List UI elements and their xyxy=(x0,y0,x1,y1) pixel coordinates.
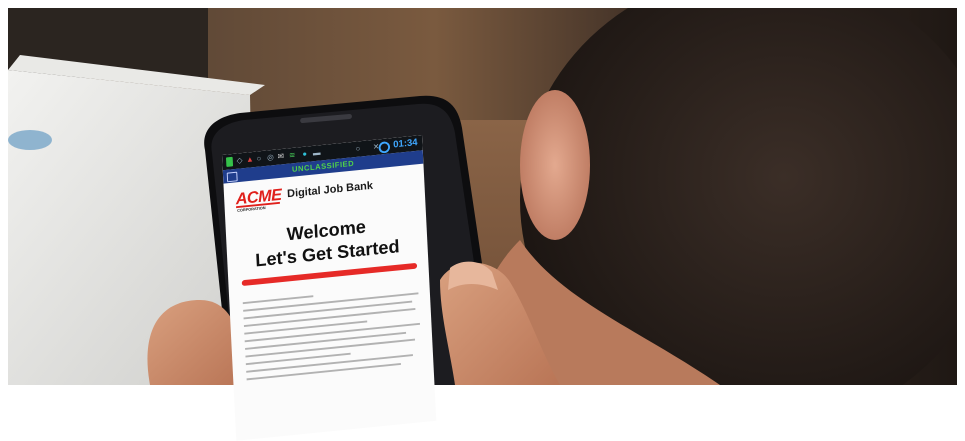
notification-icon: ○ xyxy=(355,144,361,154)
notification-icon: ● xyxy=(302,149,308,159)
notification-icon: ○ xyxy=(256,153,262,164)
warning-icon: ▲ xyxy=(245,154,254,165)
body-text-lines xyxy=(242,285,422,386)
notification-icon: ◎ xyxy=(266,152,274,162)
battery-icon xyxy=(225,156,234,168)
photo-background xyxy=(0,0,965,385)
phone-screen: ◇ ▲ ○ ◎ ✉ ≋ ● ▬ ○ ✕ 01:34 UNCLASSIFIED A… xyxy=(222,135,437,441)
notification-icon: ≋ xyxy=(288,150,296,160)
notification-icon: ✉ xyxy=(277,151,285,161)
sync-icon xyxy=(378,141,391,154)
notification-icon: ◇ xyxy=(236,155,243,166)
photo-scene: ◇ ▲ ○ ◎ ✉ ≋ ● ▬ ○ ✕ 01:34 UNCLASSIFIED A… xyxy=(0,0,965,441)
company-logo: ACME CORPORATION xyxy=(235,185,282,216)
status-clock: 01:34 xyxy=(392,137,418,151)
signal-icon: ▬ xyxy=(312,148,321,158)
app-title: Digital Job Bank xyxy=(286,180,374,201)
